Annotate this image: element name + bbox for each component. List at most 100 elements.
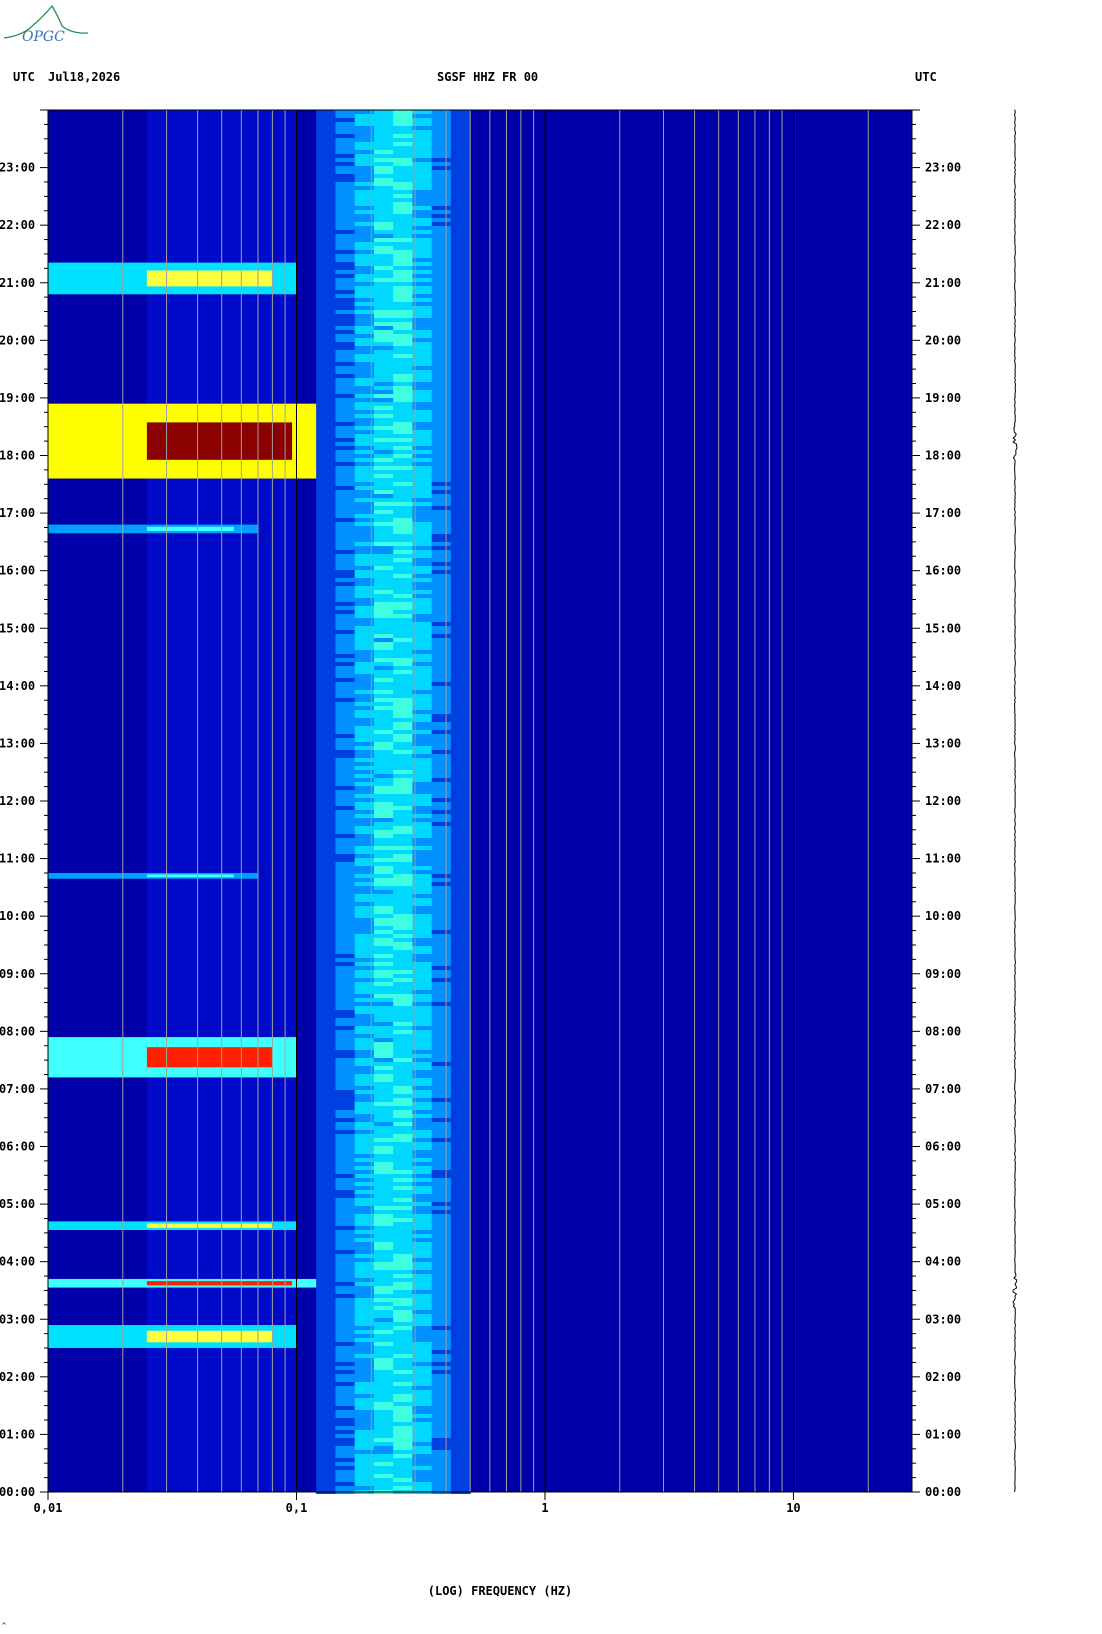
band-cell xyxy=(335,1002,356,1006)
band-cell xyxy=(373,242,394,246)
band-cell xyxy=(335,182,356,186)
band-cell xyxy=(316,1086,336,1090)
band-cell xyxy=(373,250,394,254)
band-cell xyxy=(373,758,394,762)
y-tick-label-right: 09:00 xyxy=(925,967,961,981)
band-cell xyxy=(393,918,413,922)
band-cell xyxy=(335,1210,356,1214)
band-cell xyxy=(450,326,471,330)
band-cell xyxy=(335,1190,356,1194)
band-cell xyxy=(316,962,336,966)
band-cell xyxy=(335,714,356,718)
band-cell xyxy=(450,634,471,638)
band-cell xyxy=(431,182,452,186)
band-cell xyxy=(431,1406,452,1410)
band-cell xyxy=(335,138,356,142)
band-cell xyxy=(373,1230,394,1234)
band-cell xyxy=(393,382,413,386)
band-cell xyxy=(335,754,356,758)
band-cell xyxy=(393,178,413,182)
band-cell xyxy=(450,686,471,690)
band-cell xyxy=(393,298,413,302)
band-cell xyxy=(450,718,471,722)
band-cell xyxy=(450,370,471,374)
band-cell xyxy=(316,870,336,874)
band-cell xyxy=(316,186,336,190)
band-cell xyxy=(335,146,356,150)
band-cell xyxy=(316,534,336,538)
band-cell xyxy=(393,558,413,562)
y-tick-label-right: 17:00 xyxy=(925,506,961,520)
band-cell xyxy=(335,898,356,902)
band-cell xyxy=(450,1182,471,1186)
band-cell xyxy=(316,414,336,418)
band-cell xyxy=(335,1062,356,1066)
band-cell xyxy=(393,1314,413,1318)
band-cell xyxy=(393,1394,413,1398)
band-cell xyxy=(316,430,336,434)
band-cell xyxy=(393,358,413,362)
band-cell xyxy=(393,726,413,730)
band-cell xyxy=(335,710,356,714)
band-cell xyxy=(393,286,413,290)
band-cell xyxy=(373,654,394,658)
band-cell xyxy=(393,166,413,170)
band-cell xyxy=(373,1374,394,1378)
band-cell xyxy=(316,670,336,674)
band-cell xyxy=(450,246,471,250)
band-cell xyxy=(431,254,452,258)
band-cell xyxy=(373,478,394,482)
band-cell xyxy=(316,218,336,222)
band-cell xyxy=(393,958,413,962)
band-cell xyxy=(335,918,356,922)
band-cell xyxy=(373,1098,394,1102)
band-cell xyxy=(450,190,471,194)
band-cell xyxy=(450,234,471,238)
band-cell xyxy=(393,1194,413,1198)
band-cell xyxy=(316,638,336,642)
band-cell xyxy=(316,890,336,894)
band-cell xyxy=(335,1282,356,1286)
band-cell xyxy=(393,1318,413,1322)
band-cell xyxy=(335,658,356,662)
band-cell xyxy=(450,286,471,290)
band-cell xyxy=(431,1294,452,1298)
band-cell xyxy=(393,538,413,542)
band-cell xyxy=(316,814,336,818)
y-tick-label-left: 22:00 xyxy=(0,218,35,232)
band-cell xyxy=(316,662,336,666)
band-cell xyxy=(373,810,394,814)
y-tick-label-left: 11:00 xyxy=(0,852,35,866)
band-cell xyxy=(316,566,336,570)
band-cell xyxy=(431,306,452,310)
band-cell xyxy=(316,1346,336,1350)
band-cell xyxy=(335,726,356,730)
band-cell xyxy=(450,554,471,558)
band-cell xyxy=(316,234,336,238)
band-cell xyxy=(450,1382,471,1386)
band-cell xyxy=(431,302,452,306)
band-cell xyxy=(393,1150,413,1154)
band-cell xyxy=(335,450,356,454)
band-cell xyxy=(431,1314,452,1318)
band-cell xyxy=(450,334,471,338)
band-cell xyxy=(450,622,471,626)
band-cell xyxy=(431,1306,452,1310)
band-cell xyxy=(335,454,356,458)
band-cell xyxy=(431,110,452,114)
band-cell xyxy=(335,1034,356,1038)
band-cell xyxy=(316,138,336,142)
band-cell xyxy=(450,590,471,594)
band-cell xyxy=(431,134,452,138)
band-cell xyxy=(335,822,356,826)
band-cell xyxy=(393,1334,413,1338)
band-cell xyxy=(316,178,336,182)
band-cell xyxy=(335,1066,356,1070)
band-cell xyxy=(316,1022,336,1026)
y-tick-label-left: 13:00 xyxy=(0,736,35,750)
band-cell xyxy=(450,1398,471,1402)
y-tick-label-left: 17:00 xyxy=(0,506,35,520)
band-cell xyxy=(373,1122,394,1126)
band-cell xyxy=(431,1346,452,1350)
band-cell xyxy=(393,874,413,878)
